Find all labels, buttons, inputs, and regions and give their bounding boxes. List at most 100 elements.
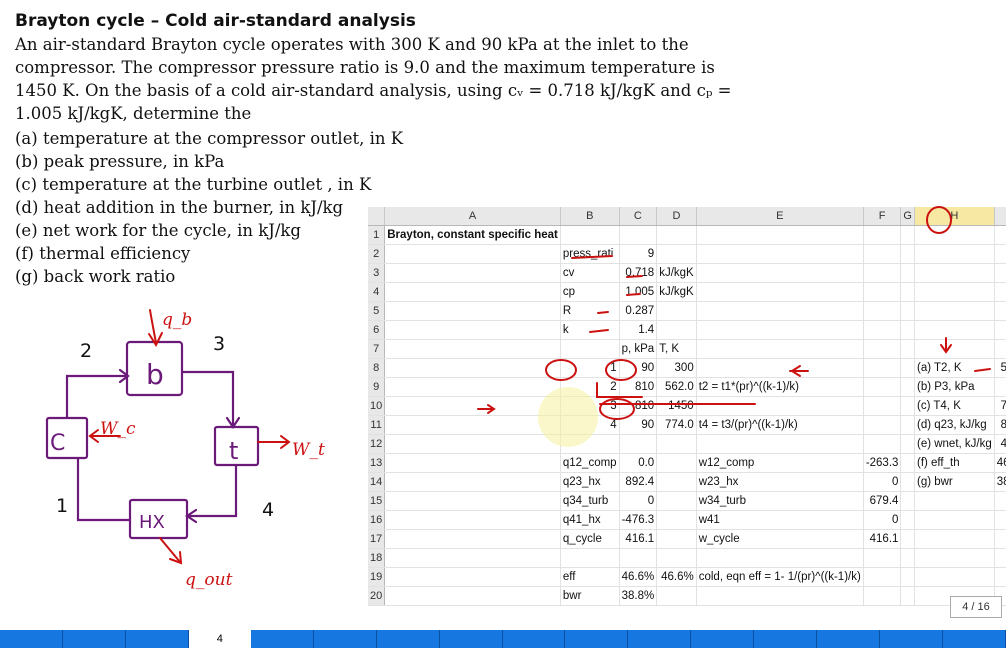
cell-a6[interactable] (384, 320, 561, 340)
cell-h19[interactable] (914, 567, 995, 587)
cell-c14[interactable]: 892.4 (619, 472, 658, 492)
cell-h17[interactable] (914, 529, 995, 549)
cell-g3[interactable] (900, 263, 915, 283)
cell-c2[interactable]: 9 (619, 244, 658, 264)
cell-e10[interactable] (696, 396, 864, 416)
cell-i10[interactable]: 774.0 (994, 396, 1006, 416)
slide-segment[interactable] (0, 630, 63, 648)
cell-a11[interactable] (384, 415, 561, 435)
row-header[interactable]: 5 (368, 301, 386, 321)
cell-b15[interactable]: q34_turb (560, 491, 620, 511)
cell-e7[interactable] (696, 339, 864, 359)
slide-segment[interactable] (313, 630, 377, 648)
cell-b3[interactable]: cv (560, 263, 620, 283)
cell-a2[interactable] (384, 244, 561, 264)
cell-c7[interactable]: p, kPa (619, 339, 658, 359)
cell-e4[interactable] (696, 282, 864, 302)
slide-segment[interactable] (439, 630, 503, 648)
cell-b2[interactable]: press_rati (560, 244, 620, 264)
slide-segment[interactable] (565, 630, 629, 648)
row-header[interactable]: 16 (368, 510, 386, 530)
cell-h3[interactable] (914, 263, 995, 283)
cell-c8[interactable]: 90 (619, 358, 658, 378)
cell-c12[interactable] (619, 434, 658, 454)
cell-f5[interactable] (863, 301, 902, 321)
cell-i13[interactable]: 46.6% (994, 453, 1006, 473)
cell-f2[interactable] (863, 244, 902, 264)
cell-f14[interactable]: 0 (863, 472, 902, 492)
cell-h11[interactable]: (d) q23, kJ/kg (914, 415, 995, 435)
cell-h15[interactable] (914, 491, 995, 511)
cell-i15[interactable] (994, 491, 1006, 511)
cell-f9[interactable] (863, 377, 902, 397)
cell-c4[interactable]: 1.005 (619, 282, 658, 302)
cell-g1[interactable] (900, 225, 915, 245)
cell-g10[interactable] (900, 396, 915, 416)
cell-i8[interactable]: 562.0 (994, 358, 1006, 378)
cell-g13[interactable] (900, 453, 915, 473)
cell-e9[interactable]: t2 = t1*(pr)^((k-1)/k) (696, 377, 864, 397)
cell-e18[interactable] (696, 548, 864, 568)
cell-h2[interactable] (914, 244, 995, 264)
cell-f20[interactable] (863, 586, 902, 606)
cell-d18[interactable] (656, 548, 697, 568)
cell-i6[interactable] (994, 320, 1006, 340)
cell-e11[interactable]: t4 = t3/(pr)^((k-1)/k) (696, 415, 864, 435)
cell-i12[interactable]: 416.1 (994, 434, 1006, 454)
cell-b14[interactable]: q23_hx (560, 472, 620, 492)
cell-f16[interactable]: 0 (863, 510, 902, 530)
cell-d6[interactable] (656, 320, 697, 340)
cell-a14[interactable] (384, 472, 561, 492)
cell-h7[interactable] (914, 339, 995, 359)
cell-e2[interactable] (696, 244, 864, 264)
column-header-h[interactable]: H (914, 207, 995, 226)
cell-d12[interactable] (656, 434, 697, 454)
cell-d15[interactable] (656, 491, 697, 511)
cell-d3[interactable]: kJ/kgK (656, 263, 697, 283)
column-header-b[interactable]: B (560, 207, 620, 226)
cell-f6[interactable] (863, 320, 902, 340)
cell-g6[interactable] (900, 320, 915, 340)
row-header[interactable]: 19 (368, 567, 386, 587)
cell-h1[interactable] (914, 225, 995, 245)
cell-e5[interactable] (696, 301, 864, 321)
cell-b1[interactable] (560, 225, 620, 245)
column-header-e[interactable]: E (696, 207, 864, 226)
cell-c13[interactable]: 0.0 (619, 453, 658, 473)
cell-c16[interactable]: -476.3 (619, 510, 658, 530)
cell-a5[interactable] (384, 301, 561, 321)
cell-b9[interactable]: 2 (560, 377, 620, 397)
cell-f15[interactable]: 679.4 (863, 491, 902, 511)
column-header-d[interactable]: D (656, 207, 697, 226)
cell-a13[interactable] (384, 453, 561, 473)
cell-g9[interactable] (900, 377, 915, 397)
cell-i11[interactable]: 892.4 (994, 415, 1006, 435)
cell-d1[interactable] (656, 225, 697, 245)
cell-h8[interactable]: (a) T2, K (914, 358, 995, 378)
cell-h4[interactable] (914, 282, 995, 302)
row-header[interactable]: 2 (368, 244, 386, 264)
cell-i5[interactable] (994, 301, 1006, 321)
cell-g8[interactable] (900, 358, 915, 378)
cell-e8[interactable] (696, 358, 864, 378)
row-header[interactable]: 12 (368, 434, 386, 454)
cell-g16[interactable] (900, 510, 915, 530)
cell-d8[interactable]: 300 (656, 358, 697, 378)
row-header[interactable]: 17 (368, 529, 386, 549)
row-header[interactable]: 6 (368, 320, 386, 340)
cell-e16[interactable]: w41 (696, 510, 864, 530)
slide-segment[interactable] (880, 630, 944, 648)
slide-segment[interactable] (754, 630, 818, 648)
cell-c18[interactable] (619, 548, 658, 568)
cell-g19[interactable] (900, 567, 915, 587)
cell-f19[interactable] (863, 567, 902, 587)
cell-b7[interactable] (560, 339, 620, 359)
cell-g20[interactable] (900, 586, 915, 606)
cell-f8[interactable] (863, 358, 902, 378)
slide-segment[interactable] (691, 630, 755, 648)
row-header[interactable]: 11 (368, 415, 386, 435)
cell-b19[interactable]: eff (560, 567, 620, 587)
cell-i7[interactable] (994, 339, 1006, 359)
cell-i14[interactable]: 38.8% (994, 472, 1006, 492)
slide-segment[interactable] (943, 630, 1006, 648)
